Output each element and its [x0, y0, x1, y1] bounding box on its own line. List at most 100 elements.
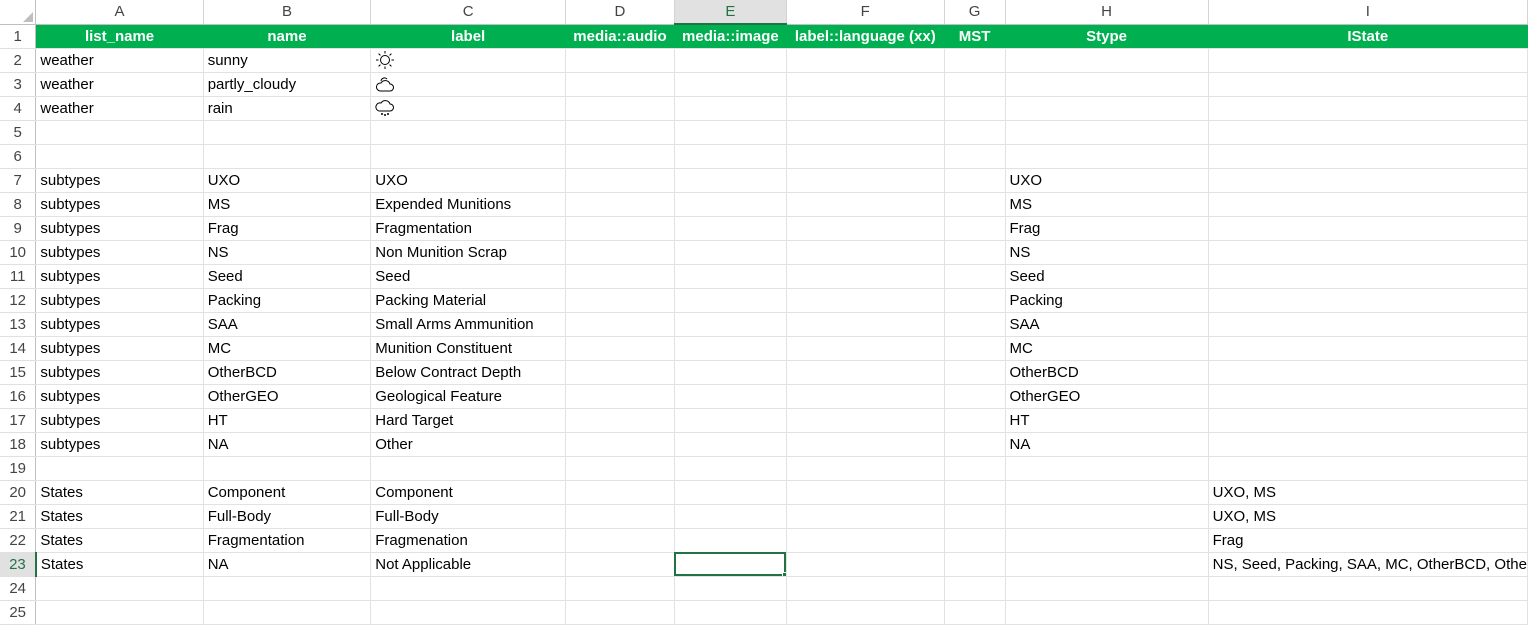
cell-c5[interactable] [370, 120, 567, 145]
cell-h22[interactable] [1005, 528, 1209, 553]
cell-a25[interactable] [35, 600, 204, 625]
cell-g8[interactable] [944, 192, 1006, 217]
cell-h19[interactable] [1005, 456, 1209, 481]
cell-b22[interactable]: Fragmentation [203, 528, 372, 553]
cell-b16[interactable]: OtherGEO [203, 384, 372, 409]
cell-c19[interactable] [370, 456, 567, 481]
cell-g15[interactable] [944, 360, 1006, 385]
cell-g9[interactable] [944, 216, 1006, 241]
cell-h20[interactable] [1005, 480, 1209, 505]
cell-g5[interactable] [944, 120, 1006, 145]
cell-e2[interactable] [674, 48, 787, 73]
cell-e11[interactable] [674, 264, 787, 289]
cell-e15[interactable] [674, 360, 787, 385]
cell-g14[interactable] [944, 336, 1006, 361]
cell-a17[interactable]: subtypes [35, 408, 204, 433]
cell-g16[interactable] [944, 384, 1006, 409]
cell-a12[interactable]: subtypes [35, 288, 204, 313]
cell-f20[interactable] [786, 480, 945, 505]
cell-e17[interactable] [674, 408, 787, 433]
row-header[interactable]: 3 [0, 72, 37, 97]
row-header[interactable]: 10 [0, 240, 37, 265]
cell-c20[interactable]: Component [370, 480, 567, 505]
cell-a23[interactable]: States [35, 552, 204, 577]
cell-c16[interactable]: Geological Feature [370, 384, 567, 409]
cell-b3[interactable]: partly_cloudy [203, 72, 372, 97]
cell-f17[interactable] [786, 408, 945, 433]
cell-e16[interactable] [674, 384, 787, 409]
cell-b11[interactable]: Seed [203, 264, 372, 289]
cell-d25[interactable] [565, 600, 675, 625]
cell-d19[interactable] [565, 456, 675, 481]
cell-c22[interactable]: Fragmenation [370, 528, 567, 553]
cell-d23[interactable] [565, 552, 675, 577]
cell-c3[interactable] [370, 72, 567, 97]
row-header[interactable]: 7 [0, 168, 37, 193]
cell-e6[interactable] [674, 144, 787, 169]
cell-f18[interactable] [786, 432, 945, 457]
cell-b2[interactable]: sunny [203, 48, 372, 73]
cell-g12[interactable] [944, 288, 1006, 313]
cell-d5[interactable] [565, 120, 675, 145]
cell-a6[interactable] [35, 144, 204, 169]
row-header[interactable]: 13 [0, 312, 37, 337]
cell-g13[interactable] [944, 312, 1006, 337]
cell-d14[interactable] [565, 336, 675, 361]
cell-i25[interactable] [1208, 600, 1528, 625]
cell-f5[interactable] [786, 120, 945, 145]
row-header[interactable]: 23 [0, 552, 37, 577]
cell-d16[interactable] [565, 384, 675, 409]
cell-d21[interactable] [565, 504, 675, 529]
cell-h14[interactable]: MC [1005, 336, 1209, 361]
cell-b24[interactable] [203, 576, 372, 601]
cell-f3[interactable] [786, 72, 945, 97]
cell-i15[interactable] [1208, 360, 1528, 385]
cell-c25[interactable] [370, 600, 567, 625]
header-cell-d[interactable]: media::audio [565, 24, 675, 49]
cell-b20[interactable]: Component [203, 480, 372, 505]
row-header[interactable]: 21 [0, 504, 37, 529]
cell-i19[interactable] [1208, 456, 1528, 481]
cell-f4[interactable] [786, 96, 945, 121]
cell-i14[interactable] [1208, 336, 1528, 361]
cell-c18[interactable]: Other [370, 432, 567, 457]
cell-b14[interactable]: MC [203, 336, 372, 361]
cell-h10[interactable]: NS [1005, 240, 1209, 265]
cell-e8[interactable] [674, 192, 787, 217]
cell-h13[interactable]: SAA [1005, 312, 1209, 337]
cell-f25[interactable] [786, 600, 945, 625]
cell-i7[interactable] [1208, 168, 1528, 193]
cell-a18[interactable]: subtypes [35, 432, 204, 457]
cell-g22[interactable] [944, 528, 1006, 553]
cell-e14[interactable] [674, 336, 787, 361]
cell-b9[interactable]: Frag [203, 216, 372, 241]
cell-i3[interactable] [1208, 72, 1528, 97]
cell-h8[interactable]: MS [1005, 192, 1209, 217]
cell-d2[interactable] [565, 48, 675, 73]
row-header[interactable]: 12 [0, 288, 37, 313]
header-cell-c[interactable]: label [370, 24, 567, 49]
cell-e19[interactable] [674, 456, 787, 481]
cell-i11[interactable] [1208, 264, 1528, 289]
cell-e20[interactable] [674, 480, 787, 505]
cell-d13[interactable] [565, 312, 675, 337]
cell-h3[interactable] [1005, 72, 1209, 97]
cell-h11[interactable]: Seed [1005, 264, 1209, 289]
selected-cell[interactable] [674, 552, 787, 577]
cell-b25[interactable] [203, 600, 372, 625]
cell-h6[interactable] [1005, 144, 1209, 169]
cell-g23[interactable] [944, 552, 1006, 577]
row-header[interactable]: 18 [0, 432, 37, 457]
cell-c2[interactable] [370, 48, 567, 73]
cell-a4[interactable]: weather [35, 96, 204, 121]
cell-b23[interactable]: NA [203, 552, 372, 577]
cell-e5[interactable] [674, 120, 787, 145]
cell-e22[interactable] [674, 528, 787, 553]
cell-h17[interactable]: HT [1005, 408, 1209, 433]
cell-h15[interactable]: OtherBCD [1005, 360, 1209, 385]
cell-c23[interactable]: Not Applicable [370, 552, 567, 577]
cell-e18[interactable] [674, 432, 787, 457]
cell-i18[interactable] [1208, 432, 1528, 457]
cell-a24[interactable] [35, 576, 204, 601]
row-header[interactable]: 16 [0, 384, 37, 409]
